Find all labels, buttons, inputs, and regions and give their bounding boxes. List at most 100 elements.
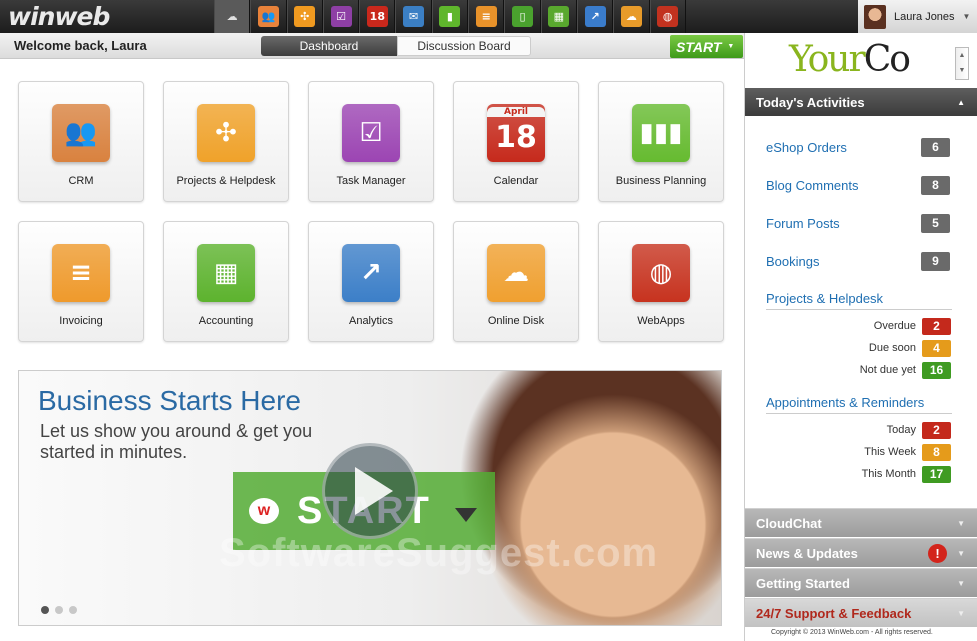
status-label: Today [886, 424, 916, 436]
app-tile[interactable]: ✣ Projects & Helpdesk [163, 81, 289, 202]
status-row[interactable]: Overdue 2 [825, 317, 951, 335]
task-icon: ☑ [342, 104, 400, 162]
chevron-down-icon: ▼ [957, 548, 965, 558]
projects-icon: ✣ [197, 104, 255, 162]
app-tile-label: Invoicing [59, 315, 103, 327]
app-launcher-contacts[interactable]: ▯ [504, 0, 541, 33]
app-tile[interactable]: April 18 Calendar [453, 81, 579, 202]
business-planning-icon: ▮ [439, 6, 461, 27]
app-launcher-tasks[interactable]: ☑ [322, 0, 360, 33]
tab-dashboard[interactable]: Dashboard [261, 36, 397, 56]
activity-label[interactable]: Forum Posts [766, 216, 840, 231]
status-row[interactable]: This Week 8 [825, 443, 951, 461]
app-tile-label: Projects & Helpdesk [176, 175, 276, 187]
app-launcher-invoicing[interactable]: ≡ [468, 0, 505, 33]
app-launcher-calendar[interactable]: 18 [359, 0, 396, 33]
appointments-heading[interactable]: Appointments & Reminders [766, 395, 952, 414]
status-row[interactable]: Today 2 [825, 421, 951, 439]
projects-helpdesk-heading[interactable]: Projects & Helpdesk [766, 291, 952, 310]
app-tile[interactable]: ☑ Task Manager [308, 81, 434, 202]
todays-activities-header[interactable]: Today's Activities ▲ [745, 88, 977, 116]
chevron-down-icon: ▼ [957, 518, 965, 528]
status-badge: 16 [922, 361, 951, 379]
chevron-down-icon: ▼ [957, 608, 965, 618]
online-disk-icon: ☁ [226, 10, 238, 23]
activity-row[interactable]: Forum Posts 5 [766, 213, 950, 233]
chevron-down-icon: ▼ [957, 578, 965, 588]
cloud-icon: ☁ [487, 244, 545, 302]
app-tile[interactable]: ☁ Online Disk [453, 221, 579, 342]
alert-icon: ! [928, 543, 947, 563]
cloudchat-panel[interactable]: CloudChat ▼ [745, 508, 977, 537]
activity-label[interactable]: Bookings [766, 254, 819, 269]
chevron-down-icon: ▼ [962, 12, 971, 21]
yourco-logo: YourCo [789, 39, 911, 80]
projects-icon: ✣ [294, 6, 316, 27]
app-launcher-mail[interactable]: ✉ [395, 0, 432, 33]
status-row[interactable]: Due soon 4 [825, 339, 951, 357]
tasks-icon: ☑ [330, 6, 352, 27]
app-tile-label: Accounting [198, 315, 254, 327]
activity-label[interactable]: Blog Comments [766, 178, 858, 193]
status-label: Due soon [868, 342, 916, 354]
app-launcher-analytics[interactable]: ↗ [576, 0, 614, 33]
app-tile[interactable]: ≡ Invoicing [18, 221, 144, 342]
app-tile-label: Business Planning [615, 175, 707, 187]
activity-row[interactable]: eShop Orders 6 [766, 137, 950, 157]
app-tile[interactable]: ▮▮▮ Business Planning [598, 81, 724, 202]
app-tile[interactable]: ▦ Accounting [163, 221, 289, 342]
globe-icon: ◍ [632, 244, 690, 302]
accounting-icon: ▦ [548, 6, 570, 27]
app-tile[interactable]: 👥 CRM [18, 81, 144, 202]
chart-icon: ▮▮▮ [632, 104, 690, 162]
status-badge: 2 [922, 421, 951, 439]
carousel-dot[interactable] [41, 606, 49, 614]
play-video-button[interactable] [322, 443, 418, 539]
app-launcher-webapps[interactable]: ◍ [649, 0, 686, 33]
copyright: Copyright © 2013 WinWeb.com - All rights… [771, 629, 933, 636]
app-tile-label: Analytics [348, 315, 394, 327]
status-badge: 17 [922, 465, 951, 483]
activity-row[interactable]: Blog Comments 8 [766, 175, 950, 195]
disk-icon: ☁ [620, 6, 642, 27]
carousel-dot[interactable] [55, 606, 63, 614]
support-feedback-label: 24/7 Support & Feedback [756, 605, 912, 621]
status-label: Overdue [873, 320, 916, 332]
app-launcher-business-planning[interactable]: ▮ [431, 0, 469, 33]
hero-banner[interactable]: Business Starts Here Let us show you aro… [18, 370, 722, 626]
winweb-logo[interactable]: winweb [8, 2, 110, 31]
status-row[interactable]: Not due yet 16 [825, 361, 951, 379]
activity-label[interactable]: eShop Orders [766, 140, 847, 155]
app-launcher-accounting[interactable]: ▦ [540, 0, 577, 33]
app-tile-label: Task Manager [336, 175, 406, 187]
user-menu[interactable]: Laura Jones ▼ [858, 0, 977, 33]
activity-row[interactable]: Bookings 9 [766, 251, 950, 271]
app-tile-label: Calendar [493, 175, 539, 187]
count-badge: 6 [921, 137, 950, 157]
brand-scroller[interactable]: ▲ ▼ [955, 47, 969, 80]
app-launcher-online-disk[interactable]: ☁ [214, 0, 251, 33]
start-button[interactable]: START ▼ [670, 35, 743, 58]
app-launcher-bar: ☁ 👥 ✣ ☑ 18 ✉ ▮ ≡ ▯ ▦ ↗ ☁ ◍ [214, 0, 686, 33]
app-tile-label: Online Disk [487, 315, 545, 327]
cloudchat-label: CloudChat [756, 515, 822, 531]
news-updates-panel[interactable]: News & Updates ! ▼ [745, 538, 977, 567]
crm-icon: 👥 [257, 6, 279, 27]
status-row[interactable]: This Month 17 [825, 465, 951, 483]
app-tile[interactable]: ↗ Analytics [308, 221, 434, 342]
carousel-dot[interactable] [69, 606, 77, 614]
carousel-dots [41, 606, 77, 614]
tab-discussion-board[interactable]: Discussion Board [397, 36, 531, 56]
app-tile[interactable]: ◍ WebApps [598, 221, 724, 342]
status-label: This Week [864, 446, 916, 458]
app-launcher-disk[interactable]: ☁ [613, 0, 650, 33]
support-feedback-panel[interactable]: 24/7 Support & Feedback ▼ [745, 598, 977, 627]
getting-started-panel[interactable]: Getting Started ▼ [745, 568, 977, 597]
news-updates-label: News & Updates [756, 545, 858, 561]
play-icon [355, 467, 393, 515]
app-launcher-projects[interactable]: ✣ [286, 0, 323, 33]
app-launcher-crm[interactable]: 👥 [250, 0, 287, 33]
top-bar: winweb ☁ 👥 ✣ ☑ 18 ✉ ▮ ≡ ▯ ▦ ↗ ☁ ◍ Laura Jones ▼ [0, 0, 977, 33]
chevron-up-icon: ▲ [957, 97, 965, 107]
brand-co: Co [863, 39, 911, 80]
